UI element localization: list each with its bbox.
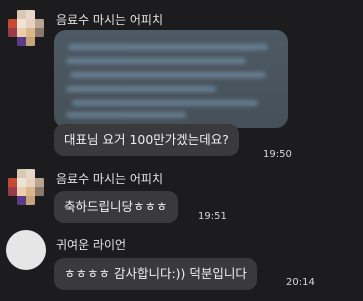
- sender-avatar-icon[interactable]: [8, 10, 44, 46]
- message-time: 19:50: [263, 149, 292, 160]
- blurred-image-attachment[interactable]: [54, 30, 288, 128]
- sender-name: 음료수 마시는 어피치: [56, 172, 163, 186]
- message-bubble[interactable]: 대표님 요거 100만가겠는데요?: [54, 124, 239, 156]
- sender-name: 음료수 마시는 어피치: [56, 13, 163, 27]
- message-time: 20:14: [286, 277, 315, 288]
- message-bubble[interactable]: ㅎㅎㅎㅎ 감사합니다:)) 덕분입니다: [54, 258, 257, 290]
- sender-avatar-icon[interactable]: [8, 169, 44, 205]
- message-bubble[interactable]: 축하드립니당ㅎㅎㅎ: [54, 191, 178, 223]
- sender-name: 귀여운 라이언: [56, 238, 127, 252]
- default-avatar-icon[interactable]: [6, 230, 46, 270]
- chat-room: 음료수 마시는 어피치 대표님 요거 100만가겠는데요? 19:50 음료수 …: [0, 0, 363, 301]
- message-time: 19:51: [198, 211, 227, 222]
